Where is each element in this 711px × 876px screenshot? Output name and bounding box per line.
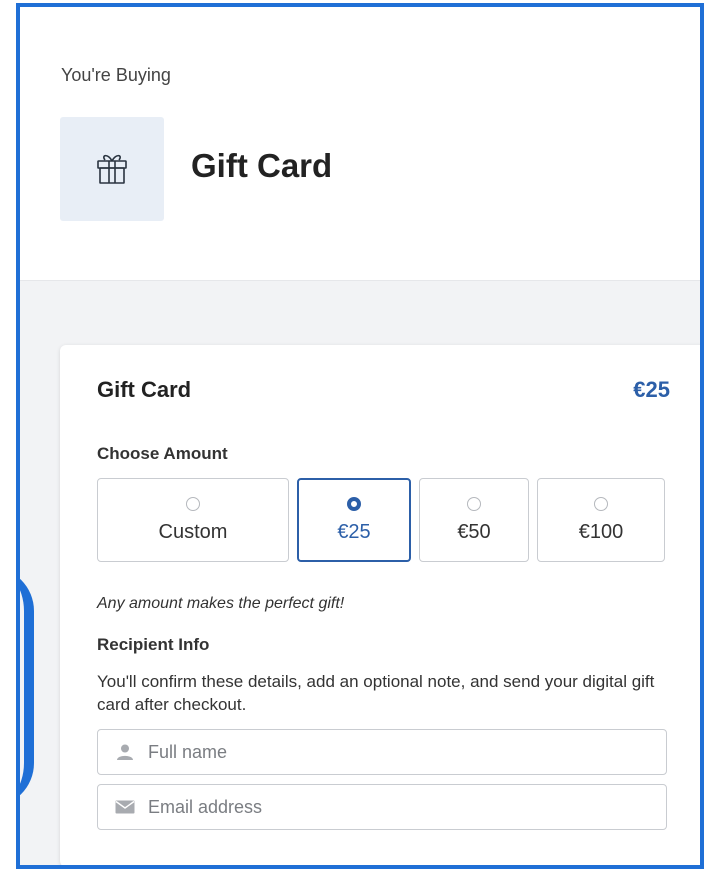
youre-buying-label: You're Buying (61, 65, 171, 85)
amount-option-custom[interactable]: Custom (97, 478, 289, 562)
email-field[interactable] (97, 784, 667, 830)
envelope-icon (114, 798, 136, 816)
amount-tagline: Any amount makes the perfect gift! (97, 595, 345, 612)
amount-option-label: Custom (158, 520, 228, 543)
product-title: Gift Card (191, 147, 333, 184)
purchase-header: You're Buying Gift Card (20, 7, 700, 281)
user-icon (114, 743, 136, 761)
recipient-info-label: Recipient Info (97, 635, 210, 654)
radio-button[interactable] (594, 496, 608, 511)
radio-button-selected[interactable] (347, 496, 361, 511)
radio-button[interactable] (467, 496, 481, 511)
full-name-field[interactable] (97, 729, 667, 775)
amount-option-label: €25 (337, 520, 371, 543)
full-name-input[interactable] (148, 741, 666, 763)
decorative-arc (20, 567, 34, 807)
amount-option-100[interactable]: €100 (537, 478, 665, 562)
amount-option-label: €50 (457, 520, 491, 543)
checkout-frame: You're Buying Gift Card Gift Card €25 Ch… (16, 3, 704, 869)
amount-option-25[interactable]: €25 (297, 478, 411, 562)
recipient-info-description: You'll confirm these details, add an opt… (97, 672, 655, 714)
choose-amount-label: Choose Amount (97, 444, 228, 463)
gift-icon (92, 147, 132, 192)
gift-card-form: Gift Card €25 Choose Amount Custom €25 €… (60, 345, 700, 865)
amount-options: Custom €25 €50 €100 (97, 478, 665, 564)
radio-button[interactable] (186, 496, 200, 511)
email-input[interactable] (148, 796, 666, 818)
product-thumbnail (60, 117, 164, 221)
card-price: €25 (633, 377, 670, 402)
card-title: Gift Card (97, 377, 192, 402)
amount-option-label: €100 (578, 520, 624, 543)
amount-option-50[interactable]: €50 (419, 478, 529, 562)
